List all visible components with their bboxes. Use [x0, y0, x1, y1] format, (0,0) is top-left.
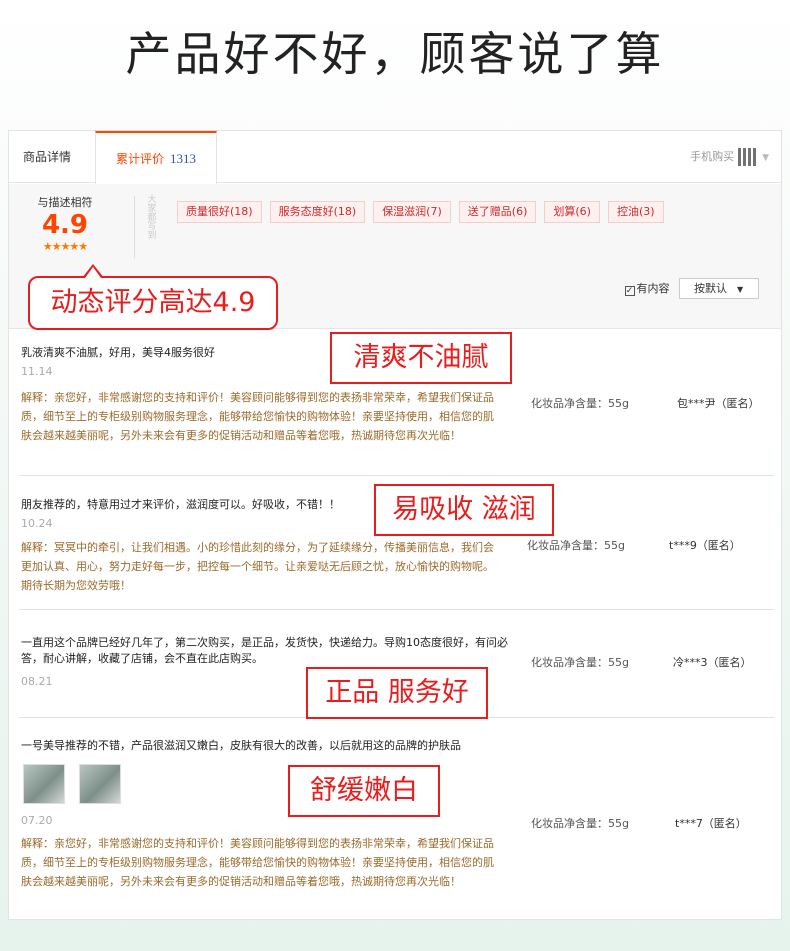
mobile-buy-link[interactable]: 手机购买 ▼ [690, 131, 769, 183]
spec-value: 55g [608, 397, 629, 410]
tab-product-detail[interactable]: 商品详情 [23, 131, 93, 184]
spec-key: 化妆品净含量： [531, 817, 608, 830]
review-photo[interactable] [79, 764, 121, 804]
tag-item[interactable]: 质量很好(18) [177, 201, 262, 223]
rating-label: 与描述相符 [37, 196, 93, 209]
callout-pointer [82, 264, 104, 278]
tag-item[interactable]: 服务态度好(18) [269, 201, 366, 223]
callout-score: 动态评分高达4.9 [28, 264, 278, 330]
spec-value: 55g [608, 817, 629, 830]
review-text: 朋友推荐的，特意用过才来评价，滋润度可以。好吸收，不错！！ [21, 498, 340, 511]
tag-item[interactable]: 保湿滋润(7) [373, 201, 451, 223]
spec-value: 55g [604, 539, 625, 552]
review-text: 一直用这个品牌已经好几年了，第二次购买，是正品，发货快，快递给力。导购10态度很… [21, 636, 508, 665]
review-count: 1313 [170, 151, 196, 166]
tab-reviews[interactable]: 累计评价 1313 [95, 131, 217, 184]
review-text: 乳液清爽不油腻，好用，美导4服务很好 [21, 346, 215, 359]
reviewer-name: t***9（匿名） [669, 539, 741, 552]
spec-key: 化妆品净含量： [527, 539, 604, 552]
callout-review-1: 清爽不油腻 [330, 332, 512, 384]
review-date: 08.21 [21, 675, 53, 688]
filter-row: ✓ 有内容 按默认 ▼ [624, 278, 759, 299]
tag-item[interactable]: 送了赠品(6) [458, 201, 537, 223]
review-text: 一号美导推荐的不错，产品很滋润又嫩白，皮肤有很大的改善，以后就用这的品牌的护肤品 [21, 739, 461, 752]
summary-divider [134, 196, 135, 258]
impression-title: 大家都写到 [147, 195, 157, 241]
sort-label: 按默认 [694, 282, 727, 295]
mobile-buy-label: 手机购买 [690, 150, 735, 163]
reviewer-name: 冷***3（匿名） [673, 656, 752, 669]
tab-reviews-label: 累计评价 [115, 152, 164, 166]
review-spec: 化妆品净含量：55g [527, 537, 625, 553]
callout-review-2: 易吸收 滋润 [374, 484, 554, 536]
review-photo[interactable] [23, 764, 65, 804]
has-content-label: 有内容 [636, 282, 670, 295]
qr-code-icon [738, 148, 757, 166]
spec-value: 55g [608, 656, 629, 669]
seller-reply: 解释：冥冥中的牵引，让我们相遇。小的珍惜此刻的缘分，为了延续缘分，传播美丽信息，… [21, 541, 494, 592]
page-headline: 产品好不好，顾客说了算 [125, 27, 665, 81]
sort-select[interactable]: 按默认 ▼ [679, 278, 759, 299]
spec-key: 化妆品净含量： [531, 656, 608, 669]
tag-list: 质量很好(18) 服务态度好(18) 保湿滋润(7) 送了赠品(6) 划算(6) 控油(3… [177, 200, 697, 235]
review-item: 一号美导推荐的不错，产品很滋润又嫩白，皮肤有很大的改善，以后就用这的品牌的护肤品… [9, 717, 773, 917]
row-divider [19, 475, 774, 476]
callout-review-3: 正品 服务好 [306, 667, 488, 719]
chevron-down-icon: ▼ [737, 285, 744, 294]
review-date: 11.14 [21, 365, 53, 378]
rating-box: 与描述相符 4.9 ★★★★★ [25, 194, 105, 253]
review-spec: 化妆品净含量：55g [531, 654, 629, 670]
tag-item[interactable]: 控油(3) [607, 201, 664, 223]
tab-bar: 商品详情 累计评价 1313 手机购买 ▼ [9, 131, 781, 184]
callout-review-4: 舒缓嫩白 [288, 765, 440, 817]
seller-reply: 解释：亲您好，非常感谢您的支持和评价！美容顾问能够得到您的表扬非常荣幸，希望我们… [21, 837, 494, 888]
spec-key: 化妆品净含量： [531, 397, 608, 410]
tag-item[interactable]: 划算(6) [544, 201, 600, 223]
review-date: 07.20 [21, 814, 53, 827]
rating-score: 4.9 [41, 210, 89, 240]
callout-score-text: 动态评分高达4.9 [50, 287, 256, 318]
has-content-checkbox[interactable]: ✓ [624, 286, 635, 296]
reviewer-name: 包***尹（匿名） [677, 397, 760, 410]
reviewer-name: t***7（匿名） [675, 817, 747, 830]
seller-reply: 解释：亲您好，非常感谢您的支持和评价！美容顾问能够得到您的表扬非常荣幸，希望我们… [21, 391, 494, 442]
review-date: 10.24 [21, 517, 53, 530]
review-spec: 化妆品净含量：55g [531, 815, 629, 831]
review-spec: 化妆品净含量：55g [531, 395, 629, 411]
rating-stars-icon: ★★★★★ [42, 240, 88, 253]
chevron-down-icon: ▼ [762, 153, 769, 163]
